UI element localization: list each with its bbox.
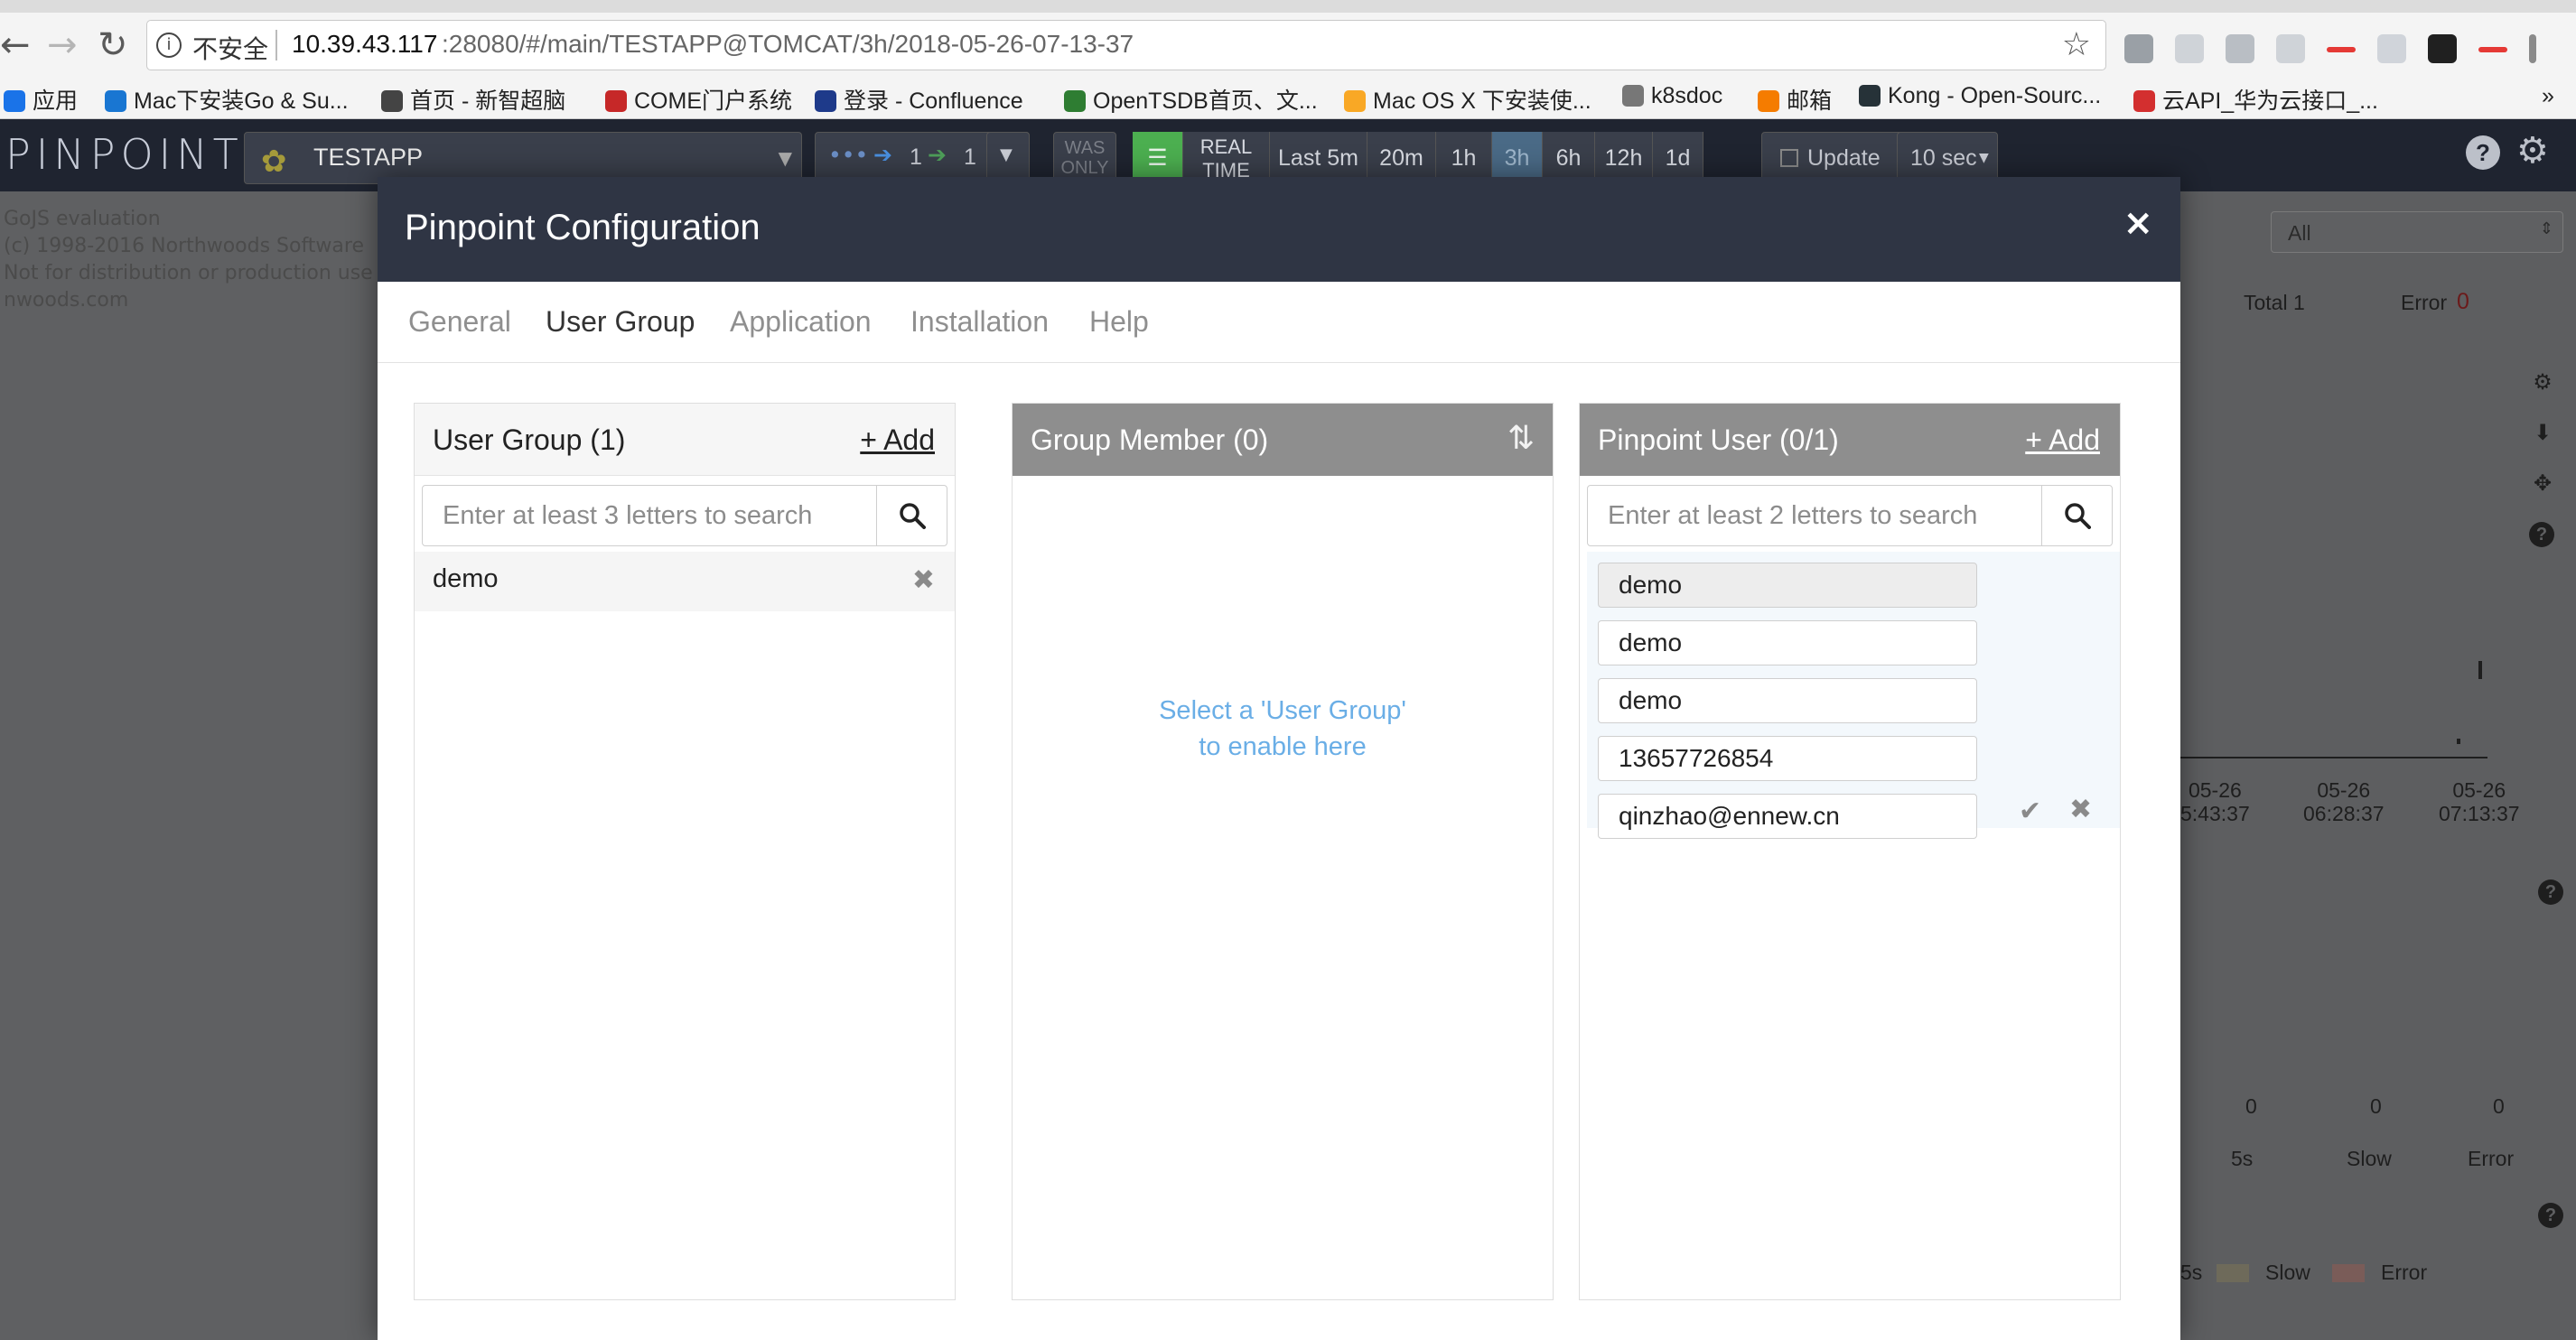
bookmark-item[interactable]: Mac OS X 下安装使... — [1344, 83, 1591, 116]
bookmark-item[interactable]: Kong - Open-Sourc... — [1859, 83, 2101, 109]
bookmark-item[interactable]: 邮箱 — [1758, 83, 1832, 116]
omnibox[interactable]: i 不安全 10.39.43.117 :28080/#/main/TESTAPP… — [146, 20, 2106, 70]
c-icon — [105, 90, 126, 112]
bookmark-item[interactable]: OpenTSDB首页、文... — [1064, 83, 1318, 116]
note-icon — [1344, 90, 1366, 112]
address-bar-row: ← → ↻ i 不安全 10.39.43.117 :28080/#/main/T… — [0, 13, 2576, 78]
tab-strip — [0, 0, 2576, 13]
extension-icon[interactable] — [2327, 47, 2356, 52]
inbound-count: 1 — [910, 144, 922, 170]
list-icon: ☰ — [1147, 144, 1168, 171]
bookmark-label: Kong - Open-Sourc... — [1888, 83, 2102, 108]
bookmark-star-icon[interactable]: ☆ — [2062, 26, 2091, 63]
opentsdb-icon — [1064, 90, 1086, 112]
edit-icon — [381, 90, 403, 112]
extension-icon[interactable] — [2124, 34, 2153, 63]
bookmark-label: 首页 - 新智超脑 — [410, 88, 566, 114]
nodes-icon: ••• — [828, 142, 869, 168]
bookmark-label: COME门户系统 — [634, 88, 793, 114]
extension-icon[interactable] — [2175, 34, 2204, 63]
confluence-icon — [815, 90, 836, 112]
bookmark-item[interactable]: COME门户系统 — [605, 83, 792, 116]
bookmark-item[interactable]: k8sdoc — [1622, 83, 1722, 109]
bookmark-label: 登录 - Confluence — [844, 88, 1023, 114]
chevron-down-icon: ▼ — [778, 147, 792, 169]
tomcat-icon: ✿ — [261, 144, 287, 180]
help-icon[interactable]: ? — [2466, 135, 2500, 170]
huawei-icon — [2133, 90, 2155, 112]
extension-icon[interactable] — [2377, 34, 2406, 63]
doc-icon — [1622, 85, 1644, 107]
arrow-right-icon: ➔ — [873, 142, 892, 168]
bookmark-item[interactable]: 登录 - Confluence — [815, 83, 1023, 116]
application-name: TESTAPP — [313, 144, 424, 171]
gear-icon[interactable]: ⚙ — [2516, 130, 2549, 172]
forward-icon[interactable]: → — [47, 25, 78, 65]
bookmarks-bar: 应用 Mac下安装Go & Su... 首页 - 新智超脑 COME门户系统 登录 - … — [0, 78, 2576, 119]
kong-icon — [1859, 85, 1881, 107]
url-path: :28080/#/main/TESTAPP@TOMCAT/3h/2018-05-… — [442, 30, 1134, 58]
bookmark-label: k8sdoc — [1651, 83, 1723, 108]
mail-icon — [1758, 90, 1779, 112]
bookmark-item[interactable]: 首页 - 新智超脑 — [381, 83, 565, 116]
extension-icon[interactable] — [2478, 47, 2507, 52]
pinpoint-logo: PINPOINT — [5, 130, 244, 179]
extension-icons — [2124, 31, 2567, 67]
extension-icon[interactable] — [2226, 34, 2254, 63]
extension-icon[interactable] — [2276, 34, 2305, 63]
reload-icon[interactable]: ↻ — [98, 25, 128, 65]
update-label: Update — [1807, 145, 1881, 171]
chevron-down-icon: ▼ — [1000, 145, 1013, 164]
omnibox-divider — [275, 30, 277, 60]
browser-chrome: ← → ↻ i 不安全 10.39.43.117 :28080/#/main/T… — [0, 0, 2576, 119]
chevron-down-icon: ▼ — [1979, 151, 1989, 165]
bookmark-item[interactable]: 云API_华为云接口_... — [2133, 83, 2378, 116]
bookmark-label: 邮箱 — [1787, 88, 1833, 114]
bookmark-label: Mac下安装Go & Su... — [134, 88, 349, 114]
bookmark-label: 应用 — [33, 88, 79, 114]
bookmark-label: 云API_华为云接口_... — [2162, 88, 2378, 114]
menu-dots-icon[interactable] — [2529, 34, 2536, 63]
update-checkbox[interactable] — [1780, 149, 1798, 167]
bookmarks-overflow-button[interactable]: » — [2542, 83, 2554, 109]
bookmark-label: Mac OS X 下安装使... — [1373, 88, 1591, 114]
info-icon[interactable]: i — [156, 33, 182, 58]
modal-backdrop — [0, 191, 2576, 1340]
bookmark-item[interactable]: 应用 — [4, 83, 78, 116]
url-host: 10.39.43.117 — [292, 30, 438, 58]
come-icon — [605, 90, 627, 112]
apps-icon — [4, 90, 25, 112]
extension-icon[interactable] — [2428, 34, 2457, 63]
arrow-right-icon: ➔ — [928, 142, 947, 168]
outbound-count: 1 — [964, 144, 976, 170]
interval-value: 10 sec — [1910, 145, 1977, 171]
back-icon[interactable]: ← — [0, 25, 31, 65]
bookmark-label: OpenTSDB首页、文... — [1093, 88, 1318, 114]
insecure-label: 不安全 — [192, 35, 269, 63]
bookmark-item[interactable]: Mac下安装Go & Su... — [105, 83, 349, 116]
